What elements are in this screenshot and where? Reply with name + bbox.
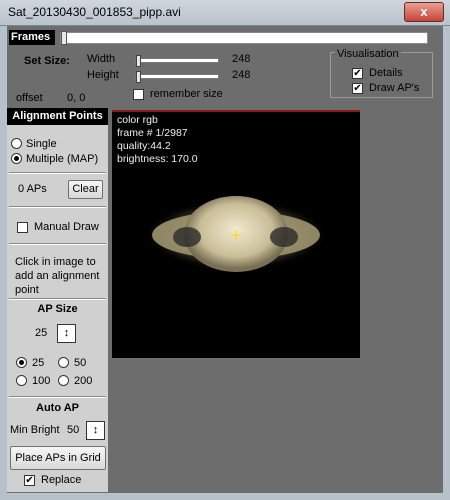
height-slider-thumb[interactable]: [136, 71, 141, 83]
height-label: Height: [87, 69, 119, 81]
offset-label: offset: [16, 92, 43, 104]
ap-size-value: 25: [35, 327, 48, 339]
width-slider-thumb[interactable]: [136, 55, 141, 67]
ap-size-radio-100[interactable]: [16, 375, 27, 386]
min-bright-value: 50: [67, 424, 80, 436]
single-radio[interactable]: [11, 138, 22, 149]
ap-size-option-25: 25: [32, 357, 45, 369]
replace-checkbox[interactable]: ✔: [24, 475, 35, 486]
quality-text: quality:44.2: [117, 140, 171, 152]
details-checkbox[interactable]: ✔: [352, 68, 363, 79]
frames-slider[interactable]: [60, 32, 428, 44]
spin-updown-icon: ↕: [63, 327, 70, 339]
single-label: Single: [26, 138, 57, 150]
separator: [9, 396, 106, 398]
min-bright-spinner[interactable]: ↕: [86, 421, 105, 440]
multiple-radio[interactable]: [11, 153, 22, 164]
replace-label: Replace: [41, 474, 82, 486]
separator: [9, 298, 106, 300]
place-aps-grid-button[interactable]: Place APs in Grid: [10, 446, 106, 470]
alignment-points-header: Alignment Points: [7, 108, 108, 125]
width-label: Width: [87, 53, 116, 65]
height-value: 248: [232, 69, 251, 81]
manual-draw-checkbox[interactable]: [17, 222, 28, 233]
ap-size-spinner[interactable]: ↕: [57, 324, 76, 343]
offset-value: 0, 0: [67, 92, 86, 104]
spin-updown-icon: ↕: [92, 424, 99, 436]
visualisation-label: Visualisation: [335, 48, 401, 60]
separator: [9, 243, 106, 245]
window-border-left: [0, 26, 7, 500]
color-mode-text: color rgb: [117, 114, 158, 126]
ap-size-option-100: 100: [32, 375, 51, 387]
frame-number-text: frame # 1/2987: [117, 127, 188, 139]
manual-draw-label: Manual Draw: [34, 221, 99, 233]
remember-size-label: remember size: [150, 88, 223, 100]
separator: [9, 172, 106, 174]
remember-size-checkbox[interactable]: [133, 89, 144, 100]
window-border-bottom: [0, 493, 450, 500]
min-bright-label: Min Bright: [10, 424, 60, 436]
ap-size-radio-200[interactable]: [58, 375, 69, 386]
separator: [9, 206, 106, 208]
auto-ap-header: Auto AP: [36, 402, 79, 414]
details-label: Details: [369, 67, 403, 79]
check-mark-icon: ✔: [353, 68, 362, 79]
ap-size-header: AP Size: [37, 303, 78, 315]
window-border-right: [443, 26, 450, 500]
multiple-label: Multiple (MAP): [26, 153, 99, 165]
ap-size-radio-25[interactable]: [16, 357, 27, 368]
clear-button[interactable]: Clear: [68, 180, 103, 199]
width-value: 248: [232, 53, 251, 65]
frames-slider-thumb[interactable]: [61, 31, 67, 45]
window-title: Sat_20130430_001853_pipp.avi: [8, 5, 181, 19]
check-mark-icon: ✔: [353, 83, 362, 94]
frames-label: Frames: [9, 30, 55, 45]
check-mark-icon: ✔: [25, 475, 34, 486]
height-slider[interactable]: [135, 74, 219, 79]
width-slider[interactable]: [135, 58, 219, 63]
ap-count: 0 APs: [18, 183, 47, 195]
close-icon: x: [420, 4, 428, 19]
ap-size-option-50: 50: [74, 357, 87, 369]
preview-image[interactable]: color rgb frame # 1/2987 quality:44.2 br…: [112, 110, 360, 358]
ap-size-option-200: 200: [74, 375, 93, 387]
draw-aps-checkbox[interactable]: ✔: [352, 83, 363, 94]
brightness-text: brightness: 170.0: [117, 153, 198, 165]
hint-text: Click in image to add an alignment point: [15, 256, 100, 296]
draw-aps-label: Draw AP's: [369, 82, 420, 94]
set-size-label: Set Size:: [24, 55, 70, 67]
ap-size-radio-50[interactable]: [58, 357, 69, 368]
close-button[interactable]: x: [404, 2, 444, 22]
